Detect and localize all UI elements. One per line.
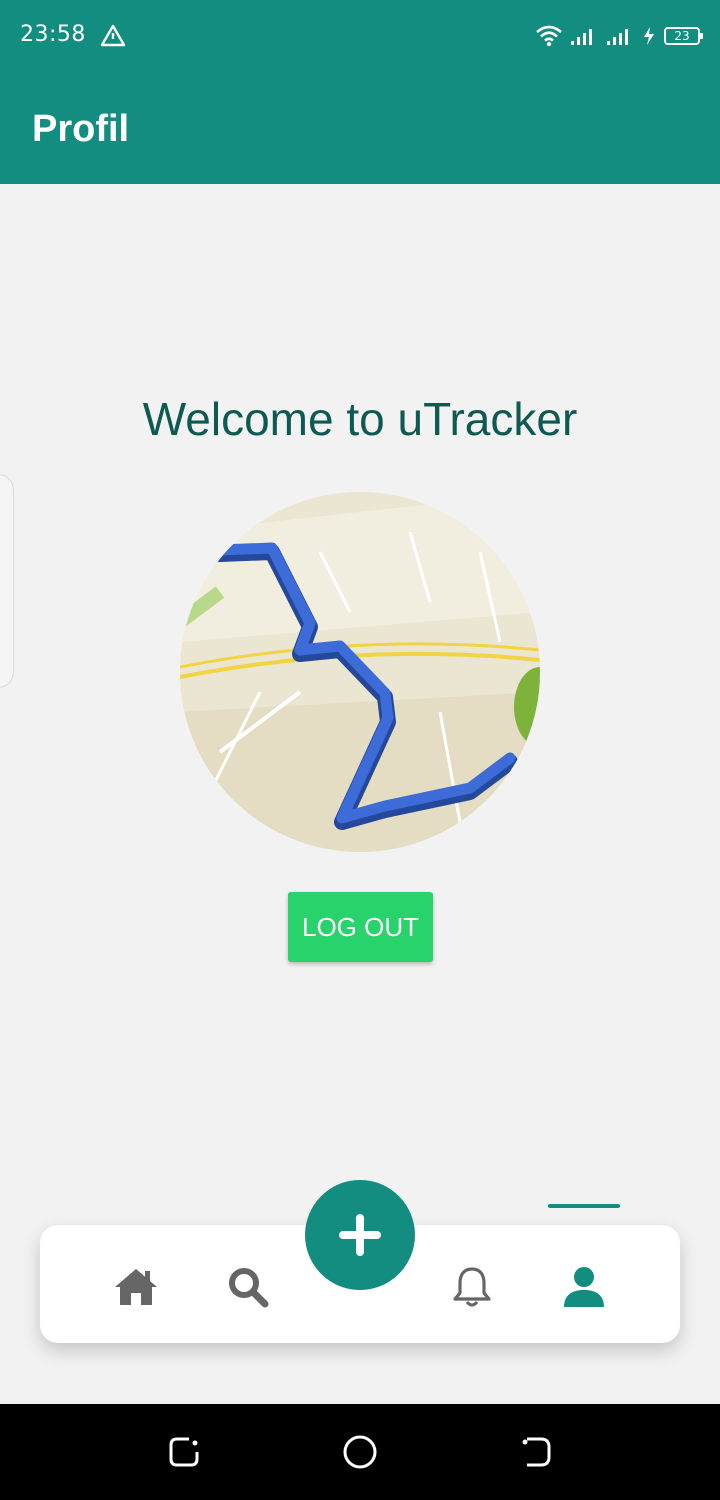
home-nav-button[interactable] (340, 1432, 380, 1472)
page-title: Profil (32, 108, 130, 150)
battery-icon: 23 (664, 27, 703, 45)
plus-icon (339, 1214, 381, 1256)
user-icon (564, 1267, 604, 1307)
back-icon (522, 1437, 551, 1467)
add-button[interactable] (305, 1180, 415, 1290)
recents-icon (169, 1437, 199, 1467)
side-edge-handle[interactable] (0, 474, 14, 688)
logout-button[interactable]: LOG OUT (288, 892, 433, 962)
alert-triangle-icon (100, 24, 126, 47)
back-button[interactable] (516, 1432, 556, 1472)
nav-notifications[interactable] (444, 1259, 500, 1315)
bell-icon (453, 1267, 491, 1307)
status-time: 23:58 (20, 22, 86, 47)
active-tab-indicator (548, 1204, 620, 1208)
status-bar: 23:58 23 (0, 0, 720, 74)
home-icon (115, 1269, 157, 1305)
profile-image (180, 492, 540, 852)
recents-button[interactable] (164, 1432, 204, 1472)
welcome-heading: Welcome to uTracker (142, 393, 578, 445)
nav-home[interactable] (108, 1259, 164, 1315)
nav-profile[interactable] (556, 1259, 612, 1315)
charging-icon (644, 27, 654, 45)
wifi-icon (536, 25, 562, 47)
home-circle-icon (343, 1435, 377, 1469)
status-icons: 23 (536, 22, 703, 50)
app-bar: Profil (0, 74, 720, 184)
route-map-icon (180, 492, 540, 852)
signal-icon (607, 29, 628, 45)
search-icon (229, 1268, 269, 1308)
signal-icon (571, 29, 592, 45)
system-nav-bar (0, 1404, 720, 1500)
nav-search[interactable] (220, 1259, 276, 1315)
